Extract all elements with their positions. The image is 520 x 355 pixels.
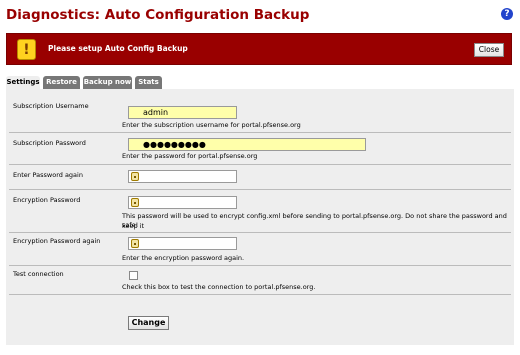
alert-bar: ! Please setup Auto Config Backup Close	[6, 33, 512, 65]
encryption-password-desc-line2: safe!	[122, 221, 139, 229]
encryption-password-again-label: Encryption Password again	[13, 237, 101, 245]
test-connection-label: Test connection	[13, 270, 64, 278]
help-icon[interactable]: ?	[501, 8, 513, 20]
encryption-password-again-desc: Enter the encryption password again.	[122, 254, 245, 262]
row-divider	[9, 164, 511, 165]
tab-restore[interactable]: Restore	[43, 76, 80, 89]
row-divider	[9, 189, 511, 190]
password-again-label: Enter Password again	[13, 171, 83, 179]
tab-backup-now[interactable]: Backup now	[83, 76, 132, 89]
test-connection-checkbox[interactable]	[129, 271, 138, 280]
password-again-input[interactable]	[128, 170, 237, 183]
row-divider	[9, 265, 511, 266]
encryption-password-label: Encryption Password	[13, 196, 81, 204]
warning-icon: !	[17, 39, 36, 60]
row-divider	[9, 294, 511, 295]
row-divider	[9, 232, 511, 233]
lock-icon	[131, 198, 139, 207]
encryption-password-input[interactable]	[128, 196, 237, 209]
tab-stats[interactable]: Stats	[135, 76, 162, 89]
change-button[interactable]: Change	[128, 316, 169, 330]
subscription-password-desc: Enter the password for portal.pfsense.or…	[122, 152, 258, 160]
alert-message: Please setup Auto Config Backup	[48, 44, 188, 53]
subscription-username-label: Subscription Username	[13, 102, 89, 110]
encryption-password-desc-line1: This password will be used to encrypt co…	[122, 212, 507, 230]
subscription-username-input[interactable]: admin	[128, 106, 237, 119]
password-dots: ●●●●●●●●●	[143, 140, 206, 149]
subscription-password-label: Subscription Password	[13, 139, 86, 147]
row-divider	[9, 132, 511, 133]
subscription-password-input[interactable]: ●●●●●●●●●	[128, 138, 366, 151]
lock-icon	[131, 172, 139, 181]
close-button[interactable]: Close	[474, 43, 504, 57]
page-title: Diagnostics: Auto Configuration Backup	[6, 7, 310, 23]
tab-settings[interactable]: Settings	[6, 76, 40, 90]
lock-icon	[131, 239, 139, 248]
subscription-username-desc: Enter the subscription username for port…	[122, 121, 301, 129]
test-connection-desc: Check this box to test the connection to…	[122, 283, 316, 291]
encryption-password-again-input[interactable]	[128, 237, 237, 250]
